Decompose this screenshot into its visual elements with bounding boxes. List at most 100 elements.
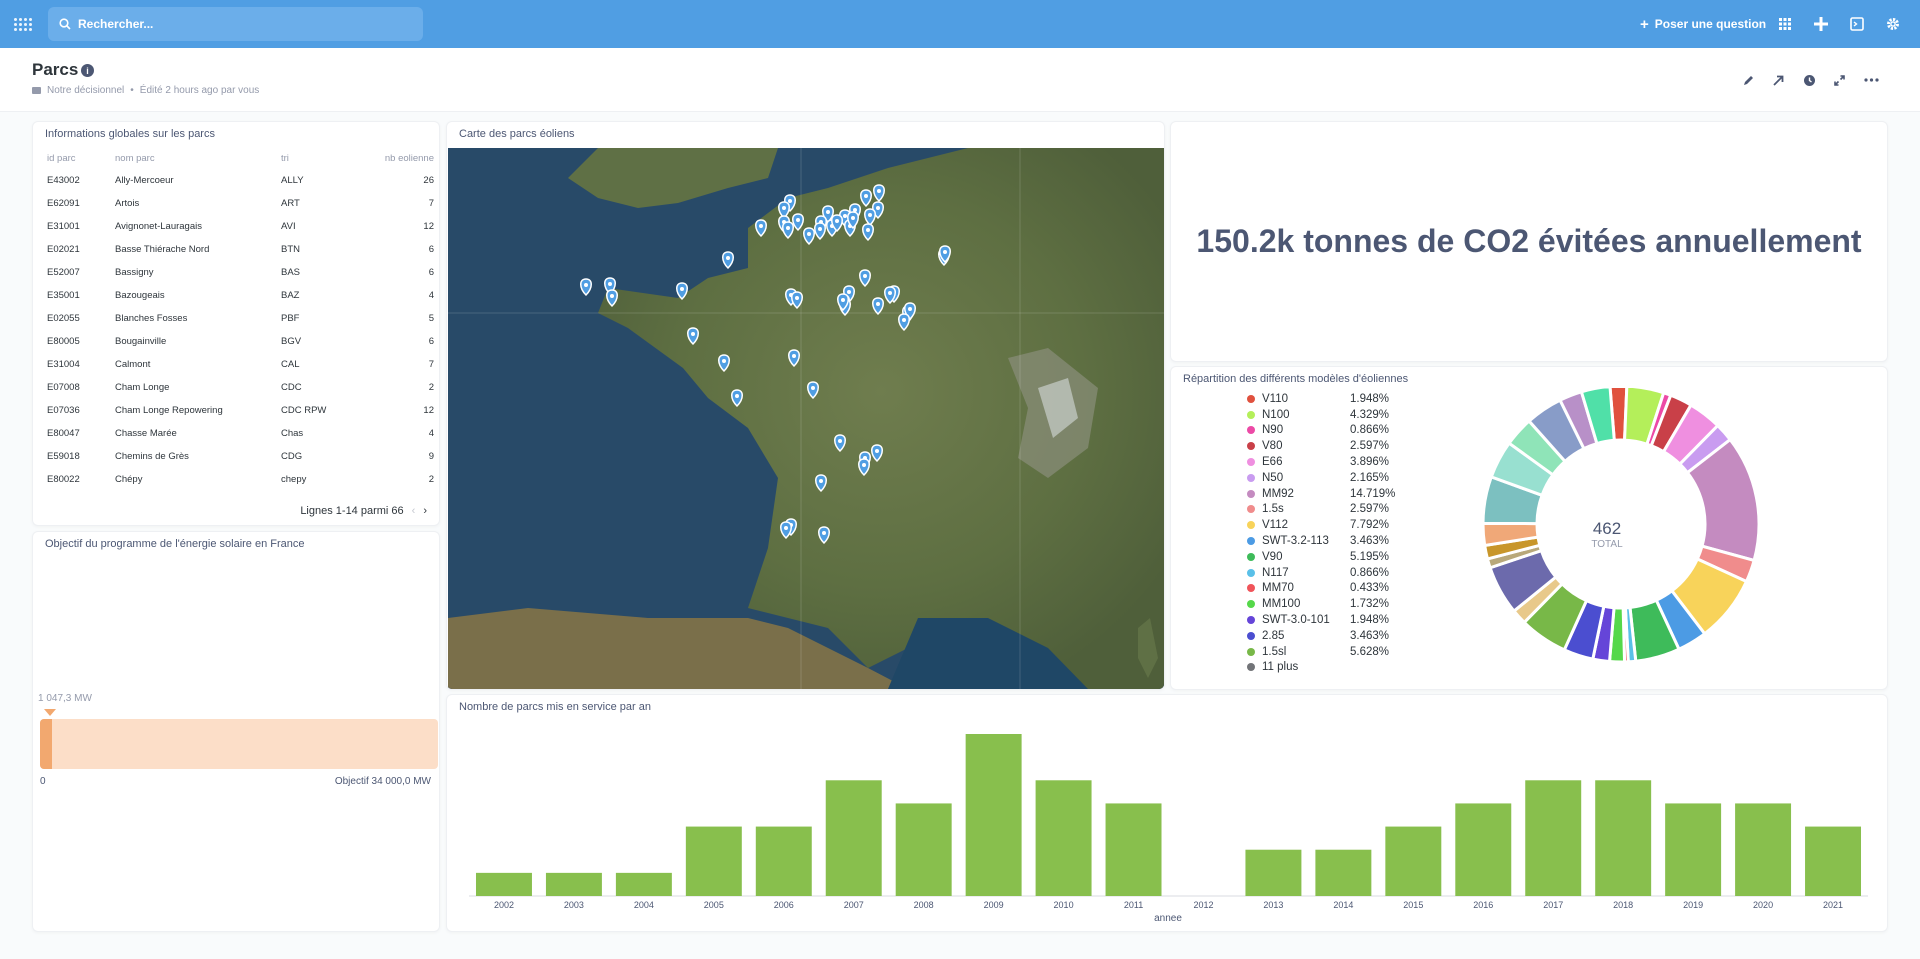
search-input[interactable]: Rechercher... (48, 7, 423, 41)
card-title[interactable]: Carte des parcs éoliens (459, 128, 575, 140)
legend-dot (1247, 426, 1255, 435)
legend-item[interactable]: MM92 14.719% (1247, 486, 1395, 502)
bar[interactable] (1525, 780, 1582, 896)
table-cell: Bougainville (115, 336, 167, 347)
legend-item[interactable]: SWT-3.0-101 1.948% (1247, 612, 1395, 628)
column-header[interactable]: nb eolienne (372, 148, 438, 169)
pagination: Lignes 1-14 parmi 66 ‹ › (300, 505, 427, 517)
add-icon[interactable] (1811, 14, 1831, 34)
bar[interactable] (1455, 803, 1512, 896)
table-row[interactable]: E07008 Cham Longe CDC 2 (43, 376, 438, 399)
column-header[interactable]: id parc (43, 148, 111, 169)
legend-label: V110 (1262, 392, 1289, 405)
table-row[interactable]: E80047 Chasse Marée Chas 4 (43, 422, 438, 445)
legend-item[interactable]: N90 0.866% (1247, 423, 1395, 439)
donut-total: 462 TOTAL (1542, 519, 1672, 550)
x-tick-label: 2004 (634, 900, 654, 910)
dashboard-header: Parcs i Notre décisionnel • Édité 2 hour… (0, 48, 1920, 112)
metabase-logo-icon[interactable] (14, 14, 34, 34)
bar[interactable] (685, 826, 742, 896)
legend-label: 11 plus (1262, 661, 1299, 674)
table-row[interactable]: E80022 Chépy chepy 2 (43, 468, 438, 491)
bar[interactable] (755, 826, 812, 896)
more-options-icon[interactable] (1861, 70, 1881, 90)
sql-editor-icon[interactable] (1847, 14, 1867, 34)
legend-percent: 2.597% (1350, 503, 1390, 516)
bar[interactable] (1595, 780, 1652, 896)
page-title[interactable]: Parcs (32, 60, 78, 80)
bar[interactable] (1735, 803, 1792, 896)
legend-item[interactable]: 1.5s 2.597% (1247, 502, 1395, 518)
legend-item[interactable]: E66 3.896% (1247, 454, 1395, 470)
legend-item[interactable]: 1.5sl 5.628% (1247, 644, 1395, 660)
scalar-value[interactable]: 150.2k tonnes de CO2 évitées annuellemen… (1171, 122, 1887, 361)
gear-icon[interactable] (1883, 14, 1903, 34)
card-title[interactable]: Informations globales sur les parcs (45, 128, 215, 140)
legend-item[interactable]: 2.85 3.463% (1247, 628, 1395, 644)
bar[interactable] (1665, 803, 1722, 896)
legend-item[interactable]: MM70 0.433% (1247, 581, 1395, 597)
table-row[interactable]: E62091 Artois ART 7 (43, 192, 438, 215)
wind-farm-map[interactable] (448, 148, 1164, 689)
bar[interactable] (1035, 780, 1092, 896)
turbine-models-card: Répartition des différents modèles d'éol… (1170, 366, 1888, 690)
table-row[interactable]: E31004 Calmont CAL 7 (43, 353, 438, 376)
table-row[interactable]: E52007 Bassigny BAS 6 (43, 261, 438, 284)
card-title[interactable]: Répartition des différents modèles d'éol… (1183, 373, 1408, 385)
table-row[interactable]: E02055 Blanches Fosses PBF 5 (43, 307, 438, 330)
bar[interactable] (1105, 803, 1162, 896)
fullscreen-icon[interactable] (1829, 70, 1849, 90)
grid-icon[interactable] (1775, 14, 1795, 34)
legend-dot (1247, 458, 1255, 467)
legend-percent: 4.329% (1350, 408, 1390, 421)
bar[interactable] (825, 780, 882, 896)
table-cell: 4 (428, 428, 434, 439)
info-icon[interactable]: i (81, 64, 94, 77)
bar[interactable] (1315, 849, 1372, 896)
table-cell: E52007 (47, 267, 80, 278)
legend-item[interactable]: 11 plus (1247, 660, 1395, 676)
collection-link[interactable]: Notre décisionnel (47, 85, 124, 96)
legend-item[interactable]: V112 7.792% (1247, 517, 1395, 533)
card-title[interactable]: Objectif du programme de l'énergie solai… (45, 538, 305, 550)
legend-item[interactable]: SWT-3.2-113 3.463% (1247, 533, 1395, 549)
table-row[interactable]: E07036 Cham Longe Repowering CDC RPW 12 (43, 399, 438, 422)
bar[interactable] (965, 734, 1022, 896)
x-tick-label: 2013 (1263, 900, 1283, 910)
pencil-icon[interactable] (1738, 70, 1758, 90)
legend-item[interactable]: V80 2.597% (1247, 438, 1395, 454)
legend-item[interactable]: V90 5.195% (1247, 549, 1395, 565)
legend-item[interactable]: N100 4.329% (1247, 407, 1395, 423)
table-row[interactable]: E35001 Bazougeais BAZ 4 (43, 284, 438, 307)
table-cell: Basse Thiérache Nord (115, 244, 210, 255)
bar[interactable] (1385, 826, 1442, 896)
legend-percent: 7.792% (1350, 519, 1390, 532)
table-cell: Chemins de Grès (115, 451, 189, 462)
column-header[interactable]: nom parc (111, 148, 277, 169)
bar[interactable] (475, 872, 532, 896)
share-icon[interactable] (1768, 70, 1788, 90)
table-row[interactable]: E80005 Bougainville BGV 6 (43, 330, 438, 353)
table-cell: 9 (428, 451, 434, 462)
table-row[interactable]: E43002 Ally-Mercoeur ALLY 26 (43, 169, 438, 192)
next-page-icon[interactable]: › (423, 505, 427, 517)
table-row[interactable]: E59018 Chemins de Grès CDG 9 (43, 445, 438, 468)
column-header[interactable]: tri (277, 148, 372, 169)
legend-dot (1247, 505, 1255, 514)
bar[interactable] (615, 872, 672, 896)
table-row[interactable]: E02021 Basse Thiérache Nord BTN 6 (43, 238, 438, 261)
legend-item[interactable]: N117 0.866% (1247, 565, 1395, 581)
history-icon[interactable] (1799, 70, 1819, 90)
new-question-button[interactable]: + Poser une question (1640, 12, 1766, 36)
legend-label: 1.5s (1262, 503, 1284, 516)
bar[interactable] (895, 803, 952, 896)
legend-item[interactable]: MM100 1.732% (1247, 596, 1395, 612)
legend-item[interactable]: N50 2.165% (1247, 470, 1395, 486)
bar[interactable] (545, 872, 602, 896)
bar[interactable] (1245, 849, 1302, 896)
table-cell: E07036 (47, 405, 80, 416)
table-row[interactable]: E31001 Avignonet-Lauragais AVI 12 (43, 215, 438, 238)
bar[interactable] (1805, 826, 1862, 896)
legend-item[interactable]: V110 1.948% (1247, 391, 1395, 407)
prev-page-icon[interactable]: ‹ (412, 505, 416, 517)
